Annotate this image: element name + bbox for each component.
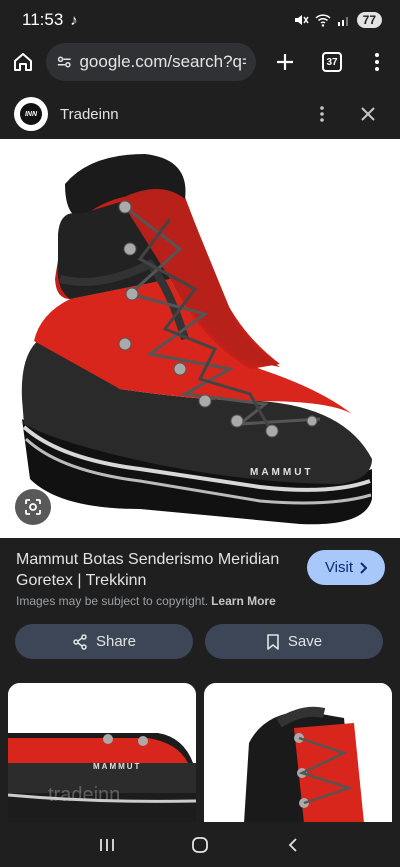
visit-label: Visit [324, 559, 354, 576]
source-header: INN Tradeinn [0, 90, 400, 138]
more-vert-icon [320, 106, 324, 122]
watermark-text: tradeinn [48, 784, 120, 806]
bookmark-icon [267, 633, 279, 650]
new-tab-button[interactable] [260, 40, 310, 84]
close-button[interactable] [350, 96, 386, 132]
recents-icon [99, 838, 114, 851]
main-image[interactable]: MAMMUT [0, 139, 400, 538]
related-image-1[interactable]: MAMMUT tradeinn [8, 683, 196, 823]
mute-icon [294, 15, 309, 25]
source-logo-text: INN [20, 103, 42, 125]
back-icon [289, 837, 297, 852]
copyright-notice: Images may be subject to copyright. Learn… [16, 594, 276, 608]
status-icons: 77 [293, 12, 382, 28]
back-button[interactable] [273, 825, 313, 865]
tiktok-icon: ♪ [70, 11, 78, 29]
boot-brand-text: MAMMUT [250, 467, 314, 478]
status-time: 11:53 [22, 10, 64, 29]
url-text: google.com/search?q=n [79, 52, 246, 71]
lens-icon [25, 499, 41, 515]
signal-icon [337, 17, 348, 26]
save-label: Save [287, 633, 323, 650]
lens-button[interactable] [15, 489, 51, 525]
recents-button[interactable] [87, 825, 127, 865]
wifi-icon [315, 14, 331, 27]
browser-toolbar: google.com/search?q=n 37 [0, 40, 400, 84]
related-image-2[interactable] [204, 683, 392, 823]
browser-menu-button[interactable] [354, 40, 400, 84]
copyright-text: Images may be subject to copyright. [16, 594, 209, 608]
tab-switcher-button[interactable]: 37 [310, 40, 354, 84]
source-more-button[interactable] [304, 96, 340, 132]
site-settings-icon [57, 56, 71, 68]
result-title[interactable]: Mammut Botas Senderismo Meridian Goretex… [16, 549, 296, 591]
save-button[interactable]: Save [205, 624, 383, 659]
source-name[interactable]: Tradeinn [60, 106, 119, 123]
plus-icon [277, 54, 293, 70]
battery-indicator: 77 [356, 12, 382, 28]
share-button[interactable]: Share [15, 624, 193, 659]
source-logo[interactable]: INN [14, 97, 48, 131]
share-icon [73, 633, 87, 650]
home-icon [14, 53, 32, 71]
close-icon [361, 107, 375, 121]
tabs-icon: 37 [322, 52, 342, 72]
home-nav-button[interactable] [180, 825, 220, 865]
share-label: Share [95, 633, 137, 650]
thumb-boot-image: MAMMUT tradeinn [8, 683, 196, 823]
learn-more-link[interactable]: Learn More [211, 594, 276, 608]
url-field[interactable]: google.com/search?q=n [46, 43, 256, 81]
more-vert-icon [375, 53, 379, 71]
visit-button[interactable]: Visit [307, 550, 385, 585]
status-bar: 11:53 ♪ 77 [0, 0, 400, 40]
boot-image: MAMMUT [21, 154, 373, 525]
chevron-right-icon [360, 561, 368, 574]
home-circle-icon [192, 836, 208, 853]
home-button[interactable] [0, 40, 46, 84]
thumb-boot-image [204, 683, 392, 823]
thumb-brand-text: MAMMUT [93, 762, 141, 771]
system-nav-bar [0, 822, 400, 867]
